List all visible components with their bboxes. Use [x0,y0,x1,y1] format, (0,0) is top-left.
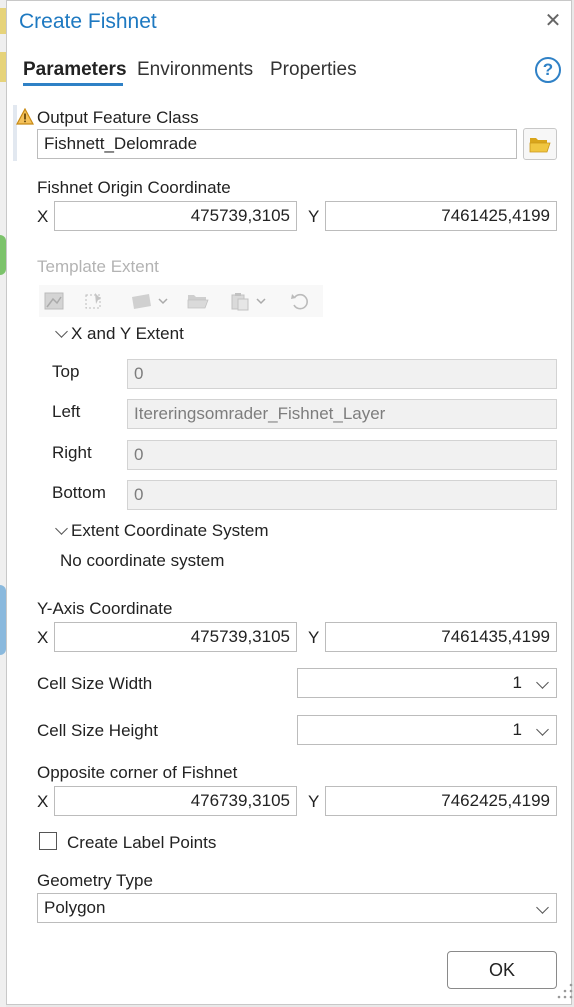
y-axis-x-label: X [37,628,49,647]
cell-size-height-input[interactable]: 1 [297,715,557,745]
dialog-title: Create Fishnet [19,10,157,33]
template-extent-toolbar [39,285,323,317]
cell-size-width-label: Cell Size Width [37,674,153,693]
chevron-down-icon[interactable] [55,522,68,535]
output-feature-class-label: Output Feature Class [37,108,199,127]
extent-bottom-label: Bottom [52,483,106,502]
extent-right-label: Right [52,443,92,462]
y-axis-coordinate-label: Y-Axis Coordinate [37,599,173,618]
extent-left-label: Left [52,402,81,421]
active-tab-indicator [23,83,123,86]
create-label-points-label[interactable]: Create Label Points [67,833,216,853]
help-icon[interactable]: ? [535,57,561,83]
geometry-type-label: Geometry Type [37,871,153,890]
opposite-x-input[interactable]: 476739,3105 [54,786,297,816]
opposite-y-input[interactable]: 7462425,4199 [325,786,557,816]
extent-coordinate-system-header[interactable]: Extent Coordinate System [71,521,268,541]
extent-top-label: Top [52,362,80,381]
browse-output-button[interactable] [523,128,557,160]
origin-x-label: X [37,207,49,226]
extent-left-input[interactable]: Itereringsomrader_Fishnet_Layer [127,399,557,429]
folder-open-icon [529,138,551,153]
extent-top-input[interactable]: 0 [127,359,557,389]
warning-triangle-icon [16,108,34,125]
create-label-points-checkbox[interactable] [39,832,57,850]
opposite-y-label: Y [308,792,320,811]
xy-extent-header[interactable]: X and Y Extent [71,324,184,344]
extent-map-icon[interactable] [43,291,65,311]
origin-y-input[interactable]: 7461425,4199 [325,201,557,231]
paste-dropdown-icon[interactable] [229,291,273,311]
origin-y-label: Y [308,207,320,226]
fishnet-origin-label: Fishnet Origin Coordinate [37,178,231,197]
tab-properties[interactable]: Properties [270,59,357,81]
geometry-type-select[interactable]: Polygon [37,893,557,923]
output-feature-class-input[interactable]: Fishnett_Delomrade [37,129,517,159]
cell-size-width-input[interactable]: 1 [297,668,557,698]
close-icon[interactable]: ✕ [541,9,565,33]
extent-right-input[interactable]: 0 [127,440,557,470]
opposite-x-label: X [37,792,49,811]
layer-dropdown-icon[interactable] [129,291,173,311]
y-axis-x-input[interactable]: 475739,3105 [54,622,297,652]
ok-button[interactable]: OK [447,951,557,989]
create-fishnet-dialog: Create Fishnet ✕ Parameters Environments… [6,0,574,1005]
coordinate-system-value: No coordinate system [60,551,225,570]
y-axis-y-input[interactable]: 7461435,4199 [325,622,557,652]
extent-bottom-input[interactable]: 0 [127,480,557,510]
tab-environments[interactable]: Environments [137,59,253,81]
y-axis-y-label: Y [308,628,320,647]
browse-folder-icon[interactable] [187,291,209,311]
resize-grip-icon[interactable] [553,979,574,1001]
opposite-corner-label: Opposite corner of Fishnet [37,763,238,782]
chevron-down-icon[interactable] [55,325,68,338]
origin-x-input[interactable]: 475739,3105 [54,201,297,231]
draw-extent-icon[interactable] [83,291,105,311]
template-extent-label: Template Extent [37,257,159,276]
cell-size-height-label: Cell Size Height [37,721,158,740]
reset-icon[interactable] [289,291,311,311]
tab-parameters[interactable]: Parameters [23,59,127,81]
